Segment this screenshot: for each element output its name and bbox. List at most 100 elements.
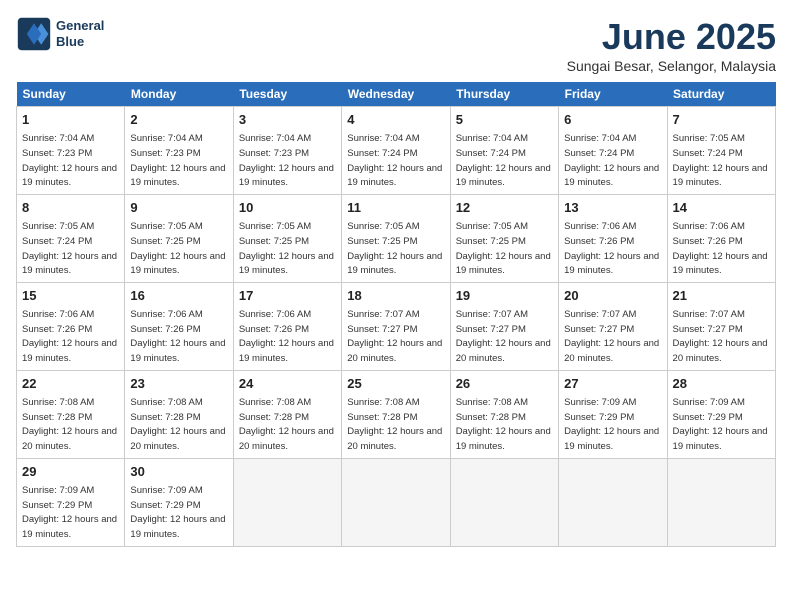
week-row-4: 22 Sunrise: 7:08 AMSunset: 7:28 PMDaylig… — [17, 370, 776, 458]
calendar-cell — [667, 458, 775, 546]
calendar-table: SundayMondayTuesdayWednesdayThursdayFrid… — [16, 82, 776, 547]
week-row-3: 15 Sunrise: 7:06 AMSunset: 7:26 PMDaylig… — [17, 282, 776, 370]
day-info: Sunrise: 7:09 AMSunset: 7:29 PMDaylight:… — [130, 485, 225, 540]
day-number: 10 — [239, 199, 336, 217]
day-number: 22 — [22, 375, 119, 393]
day-info: Sunrise: 7:05 AMSunset: 7:25 PMDaylight:… — [347, 221, 442, 276]
calendar-cell: 6 Sunrise: 7:04 AMSunset: 7:24 PMDayligh… — [559, 107, 667, 195]
day-info: Sunrise: 7:04 AMSunset: 7:24 PMDaylight:… — [347, 133, 442, 188]
calendar-cell: 15 Sunrise: 7:06 AMSunset: 7:26 PMDaylig… — [17, 282, 125, 370]
calendar-cell: 25 Sunrise: 7:08 AMSunset: 7:28 PMDaylig… — [342, 370, 450, 458]
calendar-cell: 22 Sunrise: 7:08 AMSunset: 7:28 PMDaylig… — [17, 370, 125, 458]
calendar-cell: 8 Sunrise: 7:05 AMSunset: 7:24 PMDayligh… — [17, 194, 125, 282]
day-info: Sunrise: 7:07 AMSunset: 7:27 PMDaylight:… — [673, 309, 768, 364]
day-info: Sunrise: 7:08 AMSunset: 7:28 PMDaylight:… — [347, 397, 442, 452]
day-info: Sunrise: 7:06 AMSunset: 7:26 PMDaylight:… — [130, 309, 225, 364]
day-number: 27 — [564, 375, 661, 393]
week-row-5: 29 Sunrise: 7:09 AMSunset: 7:29 PMDaylig… — [17, 458, 776, 546]
calendar-cell: 29 Sunrise: 7:09 AMSunset: 7:29 PMDaylig… — [17, 458, 125, 546]
header-monday: Monday — [125, 82, 233, 107]
day-number: 6 — [564, 111, 661, 129]
calendar-cell: 1 Sunrise: 7:04 AMSunset: 7:23 PMDayligh… — [17, 107, 125, 195]
day-info: Sunrise: 7:08 AMSunset: 7:28 PMDaylight:… — [456, 397, 551, 452]
day-info: Sunrise: 7:09 AMSunset: 7:29 PMDaylight:… — [564, 397, 659, 452]
header-thursday: Thursday — [450, 82, 558, 107]
day-info: Sunrise: 7:05 AMSunset: 7:25 PMDaylight:… — [456, 221, 551, 276]
day-number: 5 — [456, 111, 553, 129]
calendar-cell: 11 Sunrise: 7:05 AMSunset: 7:25 PMDaylig… — [342, 194, 450, 282]
day-info: Sunrise: 7:09 AMSunset: 7:29 PMDaylight:… — [22, 485, 117, 540]
calendar-cell: 20 Sunrise: 7:07 AMSunset: 7:27 PMDaylig… — [559, 282, 667, 370]
day-number: 11 — [347, 199, 444, 217]
day-number: 12 — [456, 199, 553, 217]
day-info: Sunrise: 7:08 AMSunset: 7:28 PMDaylight:… — [22, 397, 117, 452]
day-number: 26 — [456, 375, 553, 393]
logo-line2: Blue — [56, 34, 104, 50]
calendar-cell — [233, 458, 341, 546]
day-number: 2 — [130, 111, 227, 129]
day-info: Sunrise: 7:07 AMSunset: 7:27 PMDaylight:… — [456, 309, 551, 364]
calendar-cell: 13 Sunrise: 7:06 AMSunset: 7:26 PMDaylig… — [559, 194, 667, 282]
day-number: 28 — [673, 375, 770, 393]
day-info: Sunrise: 7:05 AMSunset: 7:24 PMDaylight:… — [673, 133, 768, 188]
day-number: 18 — [347, 287, 444, 305]
day-info: Sunrise: 7:08 AMSunset: 7:28 PMDaylight:… — [239, 397, 334, 452]
day-number: 9 — [130, 199, 227, 217]
logo-icon — [16, 16, 52, 52]
calendar-cell: 28 Sunrise: 7:09 AMSunset: 7:29 PMDaylig… — [667, 370, 775, 458]
day-info: Sunrise: 7:07 AMSunset: 7:27 PMDaylight:… — [564, 309, 659, 364]
day-number: 17 — [239, 287, 336, 305]
month-title: June 2025 — [567, 16, 776, 58]
day-number: 1 — [22, 111, 119, 129]
calendar-cell: 23 Sunrise: 7:08 AMSunset: 7:28 PMDaylig… — [125, 370, 233, 458]
header-friday: Friday — [559, 82, 667, 107]
day-number: 13 — [564, 199, 661, 217]
calendar-cell: 19 Sunrise: 7:07 AMSunset: 7:27 PMDaylig… — [450, 282, 558, 370]
calendar-header: SundayMondayTuesdayWednesdayThursdayFrid… — [17, 82, 776, 107]
calendar-cell: 5 Sunrise: 7:04 AMSunset: 7:24 PMDayligh… — [450, 107, 558, 195]
day-info: Sunrise: 7:06 AMSunset: 7:26 PMDaylight:… — [673, 221, 768, 276]
day-number: 14 — [673, 199, 770, 217]
day-info: Sunrise: 7:08 AMSunset: 7:28 PMDaylight:… — [130, 397, 225, 452]
day-number: 3 — [239, 111, 336, 129]
header-tuesday: Tuesday — [233, 82, 341, 107]
calendar-cell: 9 Sunrise: 7:05 AMSunset: 7:25 PMDayligh… — [125, 194, 233, 282]
calendar-cell: 27 Sunrise: 7:09 AMSunset: 7:29 PMDaylig… — [559, 370, 667, 458]
day-info: Sunrise: 7:05 AMSunset: 7:24 PMDaylight:… — [22, 221, 117, 276]
calendar-cell: 26 Sunrise: 7:08 AMSunset: 7:28 PMDaylig… — [450, 370, 558, 458]
day-info: Sunrise: 7:09 AMSunset: 7:29 PMDaylight:… — [673, 397, 768, 452]
calendar-cell: 10 Sunrise: 7:05 AMSunset: 7:25 PMDaylig… — [233, 194, 341, 282]
day-number: 8 — [22, 199, 119, 217]
calendar-body: 1 Sunrise: 7:04 AMSunset: 7:23 PMDayligh… — [17, 107, 776, 547]
day-number: 19 — [456, 287, 553, 305]
day-info: Sunrise: 7:07 AMSunset: 7:27 PMDaylight:… — [347, 309, 442, 364]
calendar-cell — [342, 458, 450, 546]
page-header: General Blue June 2025 Sungai Besar, Sel… — [16, 16, 776, 74]
header-sunday: Sunday — [17, 82, 125, 107]
calendar-cell — [450, 458, 558, 546]
day-number: 21 — [673, 287, 770, 305]
header-wednesday: Wednesday — [342, 82, 450, 107]
day-info: Sunrise: 7:05 AMSunset: 7:25 PMDaylight:… — [130, 221, 225, 276]
day-info: Sunrise: 7:04 AMSunset: 7:23 PMDaylight:… — [22, 133, 117, 188]
day-info: Sunrise: 7:06 AMSunset: 7:26 PMDaylight:… — [564, 221, 659, 276]
day-number: 16 — [130, 287, 227, 305]
day-number: 7 — [673, 111, 770, 129]
day-number: 29 — [22, 463, 119, 481]
calendar-cell: 24 Sunrise: 7:08 AMSunset: 7:28 PMDaylig… — [233, 370, 341, 458]
calendar-cell: 17 Sunrise: 7:06 AMSunset: 7:26 PMDaylig… — [233, 282, 341, 370]
logo-text: General Blue — [56, 18, 104, 49]
calendar-cell: 18 Sunrise: 7:07 AMSunset: 7:27 PMDaylig… — [342, 282, 450, 370]
location-subtitle: Sungai Besar, Selangor, Malaysia — [567, 58, 776, 74]
calendar-cell: 2 Sunrise: 7:04 AMSunset: 7:23 PMDayligh… — [125, 107, 233, 195]
day-number: 20 — [564, 287, 661, 305]
day-number: 23 — [130, 375, 227, 393]
day-number: 25 — [347, 375, 444, 393]
week-row-2: 8 Sunrise: 7:05 AMSunset: 7:24 PMDayligh… — [17, 194, 776, 282]
day-number: 30 — [130, 463, 227, 481]
title-area: June 2025 Sungai Besar, Selangor, Malays… — [567, 16, 776, 74]
day-info: Sunrise: 7:04 AMSunset: 7:23 PMDaylight:… — [130, 133, 225, 188]
calendar-cell: 3 Sunrise: 7:04 AMSunset: 7:23 PMDayligh… — [233, 107, 341, 195]
header-saturday: Saturday — [667, 82, 775, 107]
calendar-cell — [559, 458, 667, 546]
